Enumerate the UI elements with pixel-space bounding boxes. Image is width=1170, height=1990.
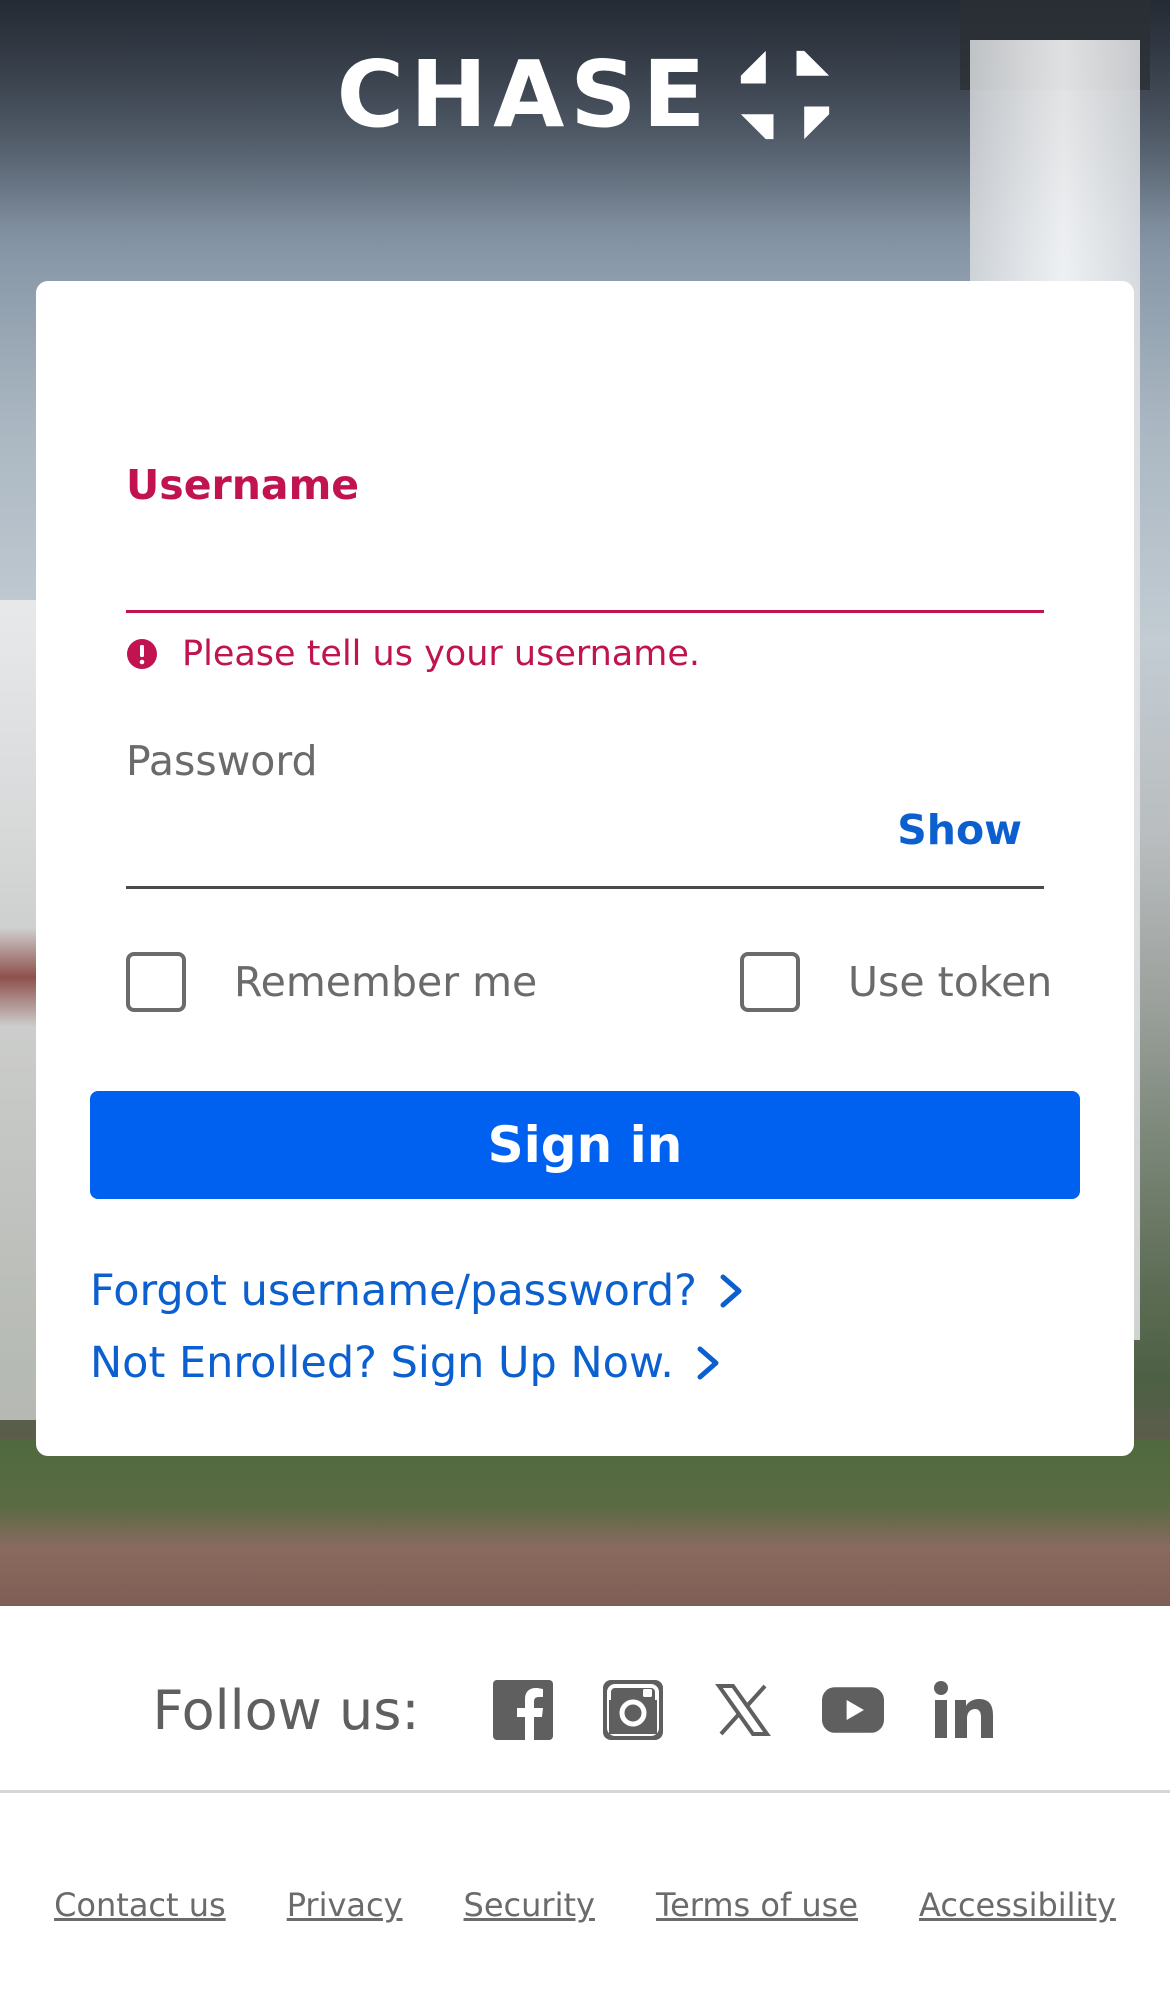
remember-me-label: Remember me (234, 958, 538, 1006)
linkedin-icon[interactable] (932, 1679, 994, 1741)
alert-icon (127, 639, 157, 669)
forgot-credentials-link[interactable]: Forgot username/password? (90, 1266, 743, 1316)
x-icon[interactable] (712, 1679, 774, 1741)
password-label: Password (126, 737, 318, 785)
security-link[interactable]: Security (464, 1886, 595, 1936)
chase-octagon-icon (741, 50, 830, 140)
username-error: Please tell us your username. (126, 626, 700, 682)
sign-up-link[interactable]: Not Enrolled? Sign Up Now. (90, 1338, 720, 1388)
username-error-text: Please tell us your username. (182, 634, 701, 674)
username-field[interactable] (126, 610, 1044, 613)
remember-me-checkbox[interactable] (126, 952, 186, 1012)
facebook-icon[interactable] (492, 1679, 554, 1741)
chevron-right-icon (720, 1274, 742, 1308)
youtube-icon[interactable] (821, 1679, 884, 1741)
accessibility-link[interactable]: Accessibility (919, 1886, 1116, 1936)
use-token-option[interactable]: Use token (740, 947, 1052, 1017)
contact-us-link[interactable]: Contact us (54, 1886, 226, 1936)
terms-of-use-link[interactable]: Terms of use (656, 1886, 858, 1936)
show-password-button[interactable]: Show (897, 806, 1022, 854)
username-label: Username (126, 461, 360, 509)
use-token-label: Use token (848, 958, 1053, 1006)
forgot-credentials-text: Forgot username/password? (90, 1266, 697, 1316)
sign-up-text: Not Enrolled? Sign Up Now. (90, 1338, 674, 1388)
password-field[interactable] (126, 886, 1044, 889)
chevron-right-icon (697, 1346, 719, 1380)
remember-me-option[interactable]: Remember me (126, 947, 537, 1017)
footer-divider (0, 1790, 1170, 1793)
use-token-checkbox[interactable] (740, 952, 800, 1012)
chase-logo: CHASE (0, 40, 1170, 150)
follow-us-label: Follow us: (152, 1678, 420, 1742)
grass-path (0, 1440, 1170, 1606)
login-card: Username Please tell us your username. P… (36, 281, 1134, 1456)
social-bar: Follow us: (0, 1660, 1170, 1760)
footer-links: Contact us Privacy Security Terms of use… (0, 1886, 1170, 1936)
privacy-link[interactable]: Privacy (287, 1886, 403, 1936)
sign-in-button[interactable]: Sign in (90, 1091, 1080, 1199)
logo-wordmark: CHASE (336, 41, 712, 148)
instagram-icon[interactable] (602, 1679, 664, 1741)
